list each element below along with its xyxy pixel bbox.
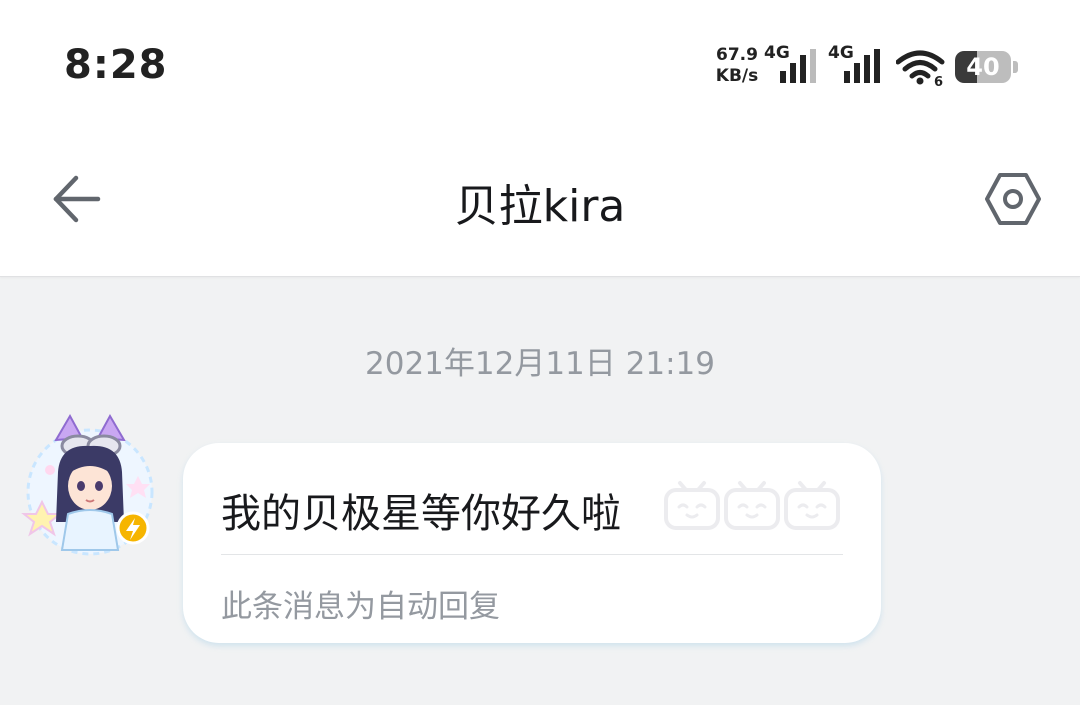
battery-level: 40 [966,53,1000,81]
auto-reply-note: 此条消息为自动回复 [221,589,500,625]
battery-cap [1013,61,1018,73]
signal-bars-icon [844,49,880,83]
avatar[interactable] [20,410,160,558]
net-speed-value: 67.9 [716,45,758,65]
wifi-badge: 6 [934,75,943,88]
avatar-image [21,413,154,556]
message-timestamp: 2021年12月11日 21:19 [365,346,715,382]
cell-signal-2: 4G [828,43,890,87]
top-bar: 8:28 67.9 KB/s 4G 4G 6 40 贝拉kira [0,0,1080,277]
message-text: 我的贝极星等你好久啦 [221,491,621,537]
bubble-divider [221,554,843,555]
chat-title: 贝拉kira [454,181,626,232]
wifi-icon: 6 [895,48,946,92]
net-speed-unit: KB/s [715,66,759,86]
bilibili-tv-emote-icon [663,479,721,535]
cell-signal-1: 4G [764,43,826,87]
battery-icon: 40 [955,51,1011,83]
hexagon-settings-icon [985,173,1041,225]
status-time: 8:28 [64,42,168,88]
emote-group [663,479,843,535]
message-bubble[interactable]: 我的贝极星等你好久啦 此条消息为自动回复 [183,443,881,643]
net-speed: 67.9 KB/s [712,45,762,87]
bilibili-tv-emote-icon [783,479,841,535]
bilibili-tv-emote-icon [723,479,781,535]
settings-button[interactable] [984,170,1042,228]
signal-bars-icon [780,49,816,83]
